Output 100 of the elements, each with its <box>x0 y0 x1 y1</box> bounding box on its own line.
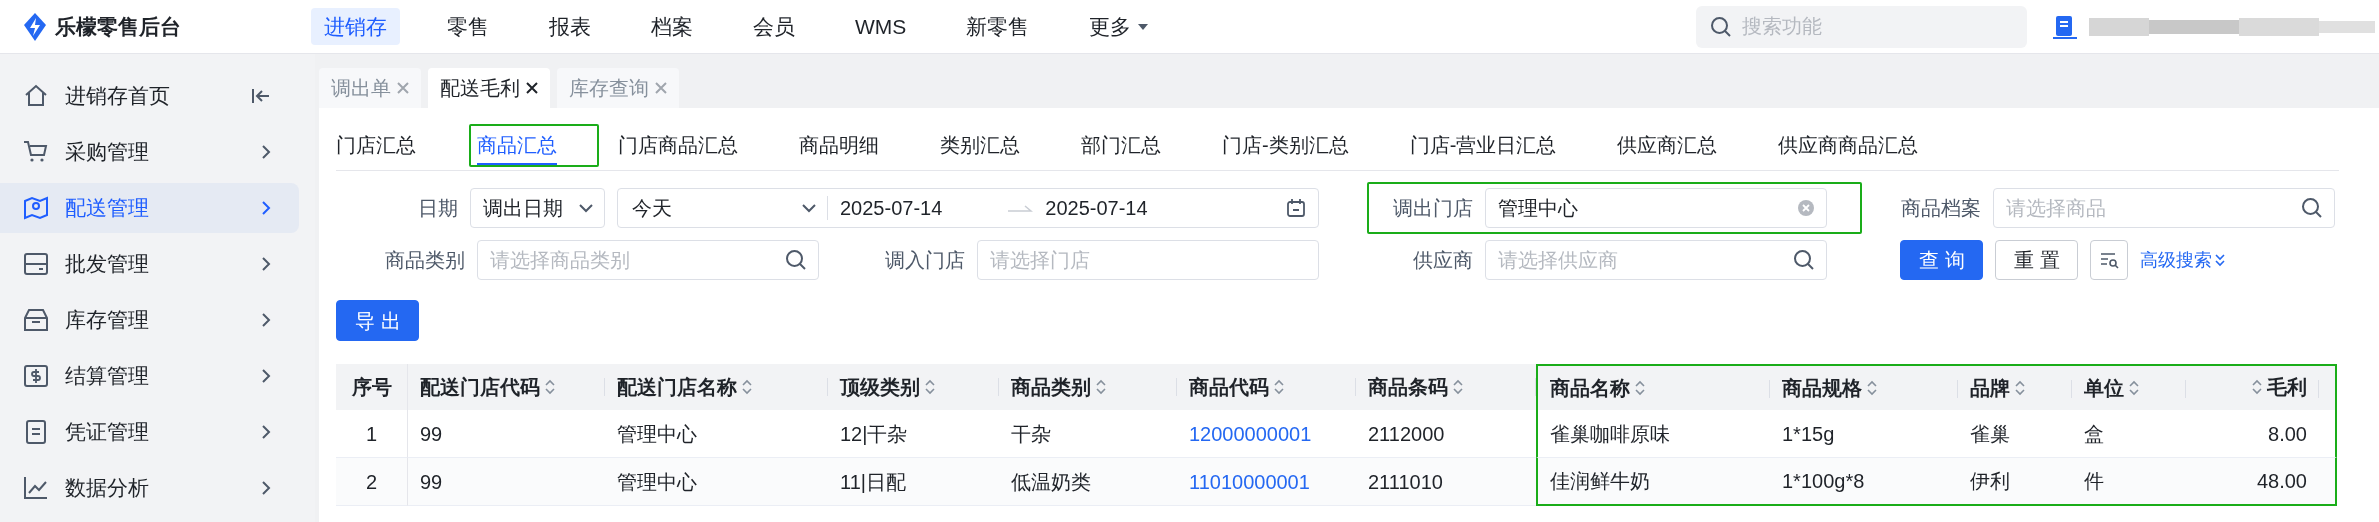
column-header: 品牌 <box>1970 376 2010 401</box>
filter-label: 日期 <box>417 196 458 221</box>
nav-tab[interactable]: 零售 <box>434 8 502 45</box>
table-cell: 2112000 <box>1368 422 1445 445</box>
table-cell: 12|干杂 <box>840 422 908 445</box>
table-cell: 雀巢咖啡原味 <box>1550 422 1670 445</box>
table-cell: 件 <box>2084 470 2104 492</box>
sort-icon <box>1634 379 1646 397</box>
table-cell: 8.00 <box>2268 422 2307 445</box>
report-tab[interactable]: 商品汇总 <box>477 126 557 166</box>
sort-icon <box>924 378 936 396</box>
product-code-link[interactable]: 12000000001 <box>1189 422 1312 445</box>
column-header: 商品名称 <box>1550 376 1630 401</box>
table-cell: 2111010 <box>1368 470 1443 493</box>
column-header: 配送门店名称 <box>617 375 737 400</box>
map-icon <box>23 195 49 221</box>
nav-tab[interactable]: 会员 <box>740 8 808 45</box>
sidebar-item[interactable]: 配送管理 <box>0 183 299 233</box>
column-header: 单位 <box>2084 376 2124 401</box>
list-search-icon <box>2099 251 2119 269</box>
filter-label: 调入门店 <box>884 248 965 273</box>
column-header: 毛利 <box>2267 375 2307 400</box>
logo-icon <box>23 11 47 42</box>
report-tab[interactable]: 类别汇总 <box>940 126 1020 166</box>
date-range-field[interactable]: 今天 2025-07-14 2025-07-14 <box>617 188 1319 228</box>
sidebar-item[interactable]: 结算管理 <box>0 351 299 401</box>
sort-icon <box>544 378 556 396</box>
page-tab[interactable]: 配送毛利 <box>428 68 550 108</box>
table-cell: 48.00 <box>2256 470 2307 492</box>
nav-tab[interactable]: WMS <box>842 8 920 45</box>
select-field[interactable]: 请选择门店 <box>977 240 1319 280</box>
sort-icon <box>2128 379 2140 397</box>
sidebar-item[interactable]: 数据分析 <box>0 463 299 513</box>
advanced-search-link[interactable]: 高级搜索 <box>2140 246 2226 274</box>
sort-icon <box>1273 378 1285 396</box>
preset-select[interactable]: 今天 <box>618 196 828 220</box>
chevron-right-icon <box>261 312 271 328</box>
table-cell: 2 <box>365 470 378 493</box>
table-cell: 1*100g*8 <box>1782 470 1865 492</box>
sidebar-item[interactable]: 进销存首页 <box>0 71 299 121</box>
sidebar-item[interactable]: 库存管理 <box>0 295 299 345</box>
chevron-right-icon <box>261 144 271 160</box>
search-field[interactable]: 请选择商品 <box>1993 188 2335 228</box>
sidebar-item[interactable]: 凭证管理 <box>0 407 299 457</box>
nav-tab[interactable]: 新零售 <box>953 8 1043 45</box>
nav-tab[interactable]: 更多 <box>1076 8 1163 45</box>
table-cell: 雀巢 <box>1970 422 2010 445</box>
calendar-icon <box>1286 198 1306 218</box>
search-icon <box>1793 249 1815 271</box>
chevron-down-icon <box>801 203 817 213</box>
table-cell: 管理中心 <box>617 422 697 445</box>
chevron-right-icon <box>261 256 271 272</box>
caret-icon <box>1137 22 1150 31</box>
nav-tab[interactable]: 档案 <box>638 8 706 45</box>
date-type-select[interactable]: 调出日期 <box>470 188 605 228</box>
report-tab[interactable]: 供应商汇总 <box>1617 126 1718 166</box>
table-cell: 1*15g <box>1782 422 1835 445</box>
chevron-right-icon <box>261 424 271 440</box>
end-date-input[interactable]: 2025-07-14 <box>1045 193 1148 223</box>
report-tab[interactable]: 商品明细 <box>799 126 879 166</box>
search-field[interactable]: 搜索功能 <box>1696 5 2027 48</box>
dollar-icon <box>23 363 49 389</box>
document-icon <box>23 419 49 445</box>
start-date-input[interactable]: 2025-07-14 <box>840 193 943 223</box>
reset-button[interactable]: 重置 <box>1995 240 2078 280</box>
nav-tab[interactable]: 报表 <box>536 8 604 45</box>
chevron-right-icon <box>261 480 271 496</box>
close-icon <box>397 82 409 94</box>
column-header: 商品规格 <box>1782 376 1862 401</box>
filter-list-button[interactable] <box>2090 240 2128 280</box>
report-tab[interactable]: 门店商品汇总 <box>618 126 738 166</box>
sidebar-item[interactable]: 采购管理 <box>0 127 299 177</box>
column-header: 商品类别 <box>1011 375 1091 400</box>
chevron-right-icon <box>261 368 271 384</box>
sort-icon <box>1095 378 1107 396</box>
column-header: 商品条码 <box>1368 375 1448 400</box>
search-field[interactable]: 请选择供应商 <box>1485 240 1827 280</box>
report-tab[interactable]: 部门汇总 <box>1081 126 1161 166</box>
report-tab[interactable]: 门店-营业日汇总 <box>1409 126 1557 166</box>
report-tab[interactable]: 门店汇总 <box>336 126 416 166</box>
nav-tab[interactable]: 进销存 <box>311 8 400 45</box>
table-cell: 盒 <box>2084 422 2104 445</box>
chevron-down-icon <box>578 203 594 213</box>
export-button[interactable]: 导出 <box>336 300 419 341</box>
sidebar-item[interactable]: 批发管理 <box>0 239 299 289</box>
search-field[interactable]: 请选择商品类别 <box>477 240 819 280</box>
column-header: 配送门店代码 <box>420 375 540 400</box>
filter-label: 供应商 <box>1412 248 1473 273</box>
select-field[interactable]: 管理中心 <box>1485 188 1827 228</box>
double-chevron-icon <box>2214 253 2226 267</box>
sort-icon <box>2251 378 2263 396</box>
query-button[interactable]: 查询 <box>1900 240 1983 280</box>
column-header: 顶级类别 <box>840 375 920 400</box>
search-icon <box>1710 15 1732 38</box>
table-cell: 11|日配 <box>840 470 906 493</box>
report-tab[interactable]: 门店-类别汇总 <box>1222 126 1349 166</box>
sort-icon <box>1866 379 1878 397</box>
report-tab[interactable]: 供应商商品汇总 <box>1778 126 1919 166</box>
house-icon <box>23 83 49 109</box>
collapse-icon <box>251 87 271 105</box>
